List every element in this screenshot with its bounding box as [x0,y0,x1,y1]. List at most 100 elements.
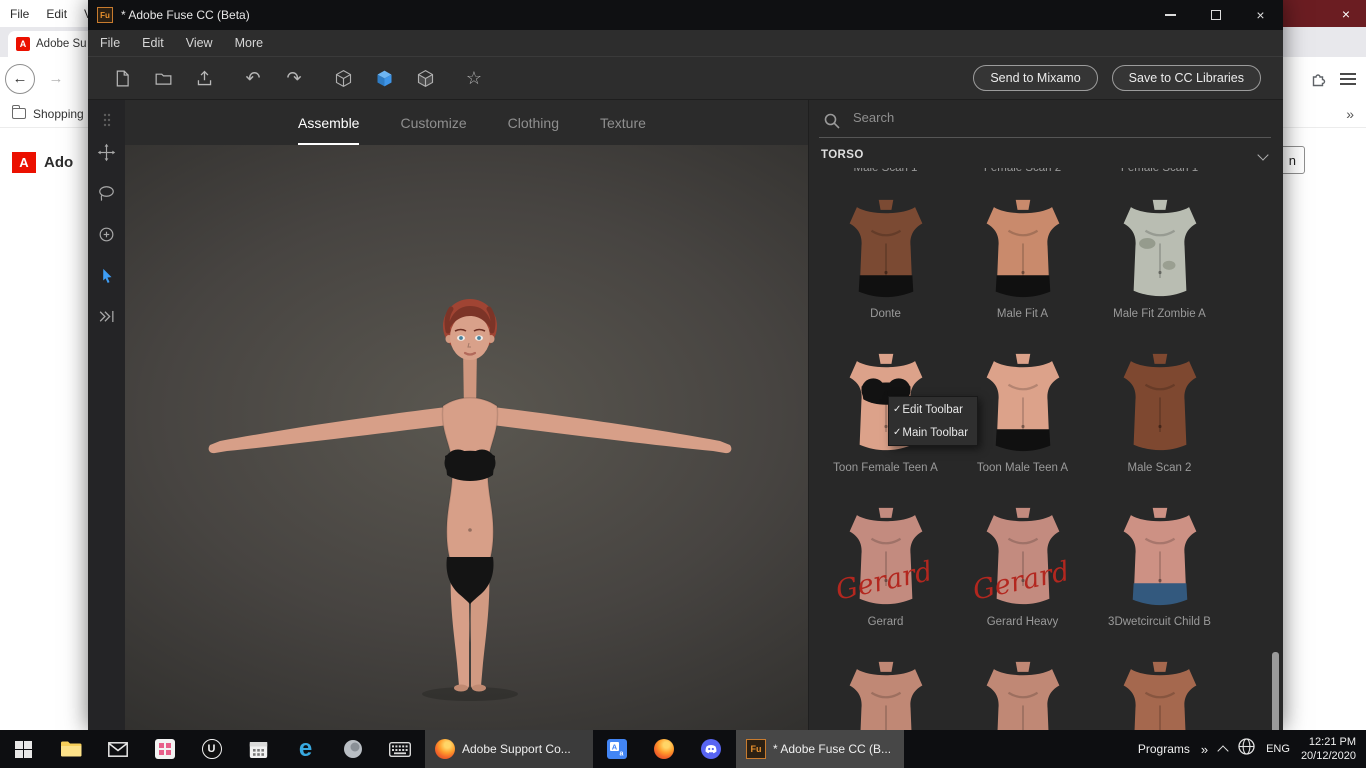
undo-icon: ↶ [245,67,261,88]
torso-item-gerard[interactable]: Gerard Gerard [817,498,954,652]
favorites-star-button[interactable]: ☆ [462,66,486,90]
panel-scrollbar[interactable] [1272,652,1279,730]
select-tool-active[interactable] [88,255,125,296]
torso-item-male-fit-a[interactable]: Male Fit A [954,190,1091,344]
context-menu-item-edit-toolbar[interactable]: ✓ Edit Toolbar [890,398,976,421]
taskbar-button-fuse[interactable]: Fu * Adobe Fuse CC (B... [736,730,904,768]
bookmarks-overflow[interactable]: » [1283,100,1366,128]
torso-item-label: Toon Male Teen A [976,462,1069,474]
search-input[interactable] [853,110,1133,125]
checkmark-icon: ✓ [893,404,902,415]
browser-tabbar-right [1283,27,1366,57]
taskbar-button-firefox-adobe-support[interactable]: Adobe Support Co... [425,730,593,768]
discord-icon[interactable] [687,730,734,768]
cube-shaded-icon[interactable] [413,66,437,90]
tab-customize[interactable]: Customize [400,100,466,145]
tab-assemble[interactable]: Assemble [298,100,359,145]
browser-close-button[interactable]: × [1326,6,1366,22]
browser-menu-edit[interactable]: Edit [46,7,67,21]
firefox-icon [435,739,455,759]
browser-menu-file[interactable]: File [10,7,29,21]
menu-view[interactable]: View [176,36,223,50]
move-tool[interactable] [88,132,125,173]
star-icon: ☆ [465,67,483,88]
clock[interactable]: 12:21 PM 20/12/2020 [1301,735,1356,764]
open-file-button[interactable] [151,66,175,90]
torso-item[interactable] [1091,652,1228,730]
network-globe-icon[interactable] [1238,738,1255,760]
close-icon: × [1256,7,1265,23]
undo-button[interactable]: ↶ [241,66,265,90]
translate-icon[interactable]: Aa [593,730,640,768]
browser-tab[interactable]: A Adobe Su [8,31,92,57]
redo-icon: ↷ [286,67,302,88]
browser-forward-button[interactable]: → [41,64,71,94]
save-to-cc-libraries-button[interactable]: Save to CC Libraries [1111,65,1261,91]
adobe-logo: A [12,152,36,173]
torso-item[interactable] [954,652,1091,730]
bookmark-shopping[interactable]: Shopping [33,107,84,121]
cube-wireframe-icon[interactable] [331,66,355,90]
context-menu-item-main-toolbar[interactable]: ✓ Main Toolbar [890,421,976,444]
toolbar-overflow-chevrons[interactable]: » [1201,742,1208,757]
torso-item-gerard-heavy[interactable]: Gerard Gerard Heavy [954,498,1091,652]
new-document-button[interactable] [110,66,134,90]
language-indicator[interactable]: ENG [1266,743,1290,755]
torso-item-donte[interactable]: Donte [817,190,954,344]
grid-app-icon[interactable] [141,730,188,768]
torso-item-label: Male Fit Zombie A [1113,308,1206,320]
section-header-torso[interactable]: TORSO [809,142,1283,168]
section-title: TORSO [821,149,864,161]
mail-icon[interactable] [94,730,141,768]
minimize-button[interactable] [1148,0,1193,30]
firefox-icon-pinned[interactable] [640,730,687,768]
orbit-tool[interactable] [88,214,125,255]
edge-icon[interactable]: e [282,730,329,768]
torso-item-male-fit-zombie-a[interactable]: Male Fit Zombie A [1091,190,1228,344]
browser-tab-title: Adobe Su [36,38,87,50]
character-model[interactable] [125,145,808,730]
hidden-icons-chevron[interactable] [1217,745,1229,757]
tab-texture[interactable]: Texture [600,100,646,145]
browser-titlebar: × [1283,0,1366,27]
calendar-icon[interactable] [235,730,282,768]
browser-page-content: A Ado [0,128,92,730]
adobe-favicon-icon: A [16,37,30,51]
pose-tool[interactable] [88,296,125,337]
send-to-mixamo-button[interactable]: Send to Mixamo [973,65,1098,91]
keyboard-icon[interactable] [376,730,423,768]
tool-strip [88,100,125,730]
export-button[interactable] [192,66,216,90]
redo-button[interactable]: ↷ [282,66,306,90]
bookmarks-bar: Shopping [0,100,92,128]
fuse-titlebar[interactable]: Fu * Adobe Fuse CC (Beta) × [88,0,1283,30]
unreal-engine-icon[interactable]: U [188,730,235,768]
tab-clothing[interactable]: Clothing [508,100,559,145]
cube-solid-active-icon[interactable] [372,66,396,90]
file-explorer-icon[interactable] [47,730,94,768]
torso-item-3dwetcircuit-child-b[interactable]: 3Dwetcircuit Child B [1091,498,1228,652]
extensions-puzzle-icon[interactable] [1310,70,1327,87]
programs-toolbar-label[interactable]: Programs [1138,742,1190,756]
torso-item-label: Male Scan 2 [1127,462,1192,474]
browser-menu-icon[interactable] [1340,72,1356,85]
chevrons-icon: » [1346,105,1354,122]
taskbar: U e Adobe Support Co... Aa Fu * Adobe Fu… [0,730,1366,768]
fuse-letters: Fu [750,744,762,754]
search-icon [824,113,840,134]
viewport-3d[interactable] [125,145,808,730]
menu-edit[interactable]: Edit [132,36,174,50]
lasso-tool[interactable] [88,173,125,214]
gray-app-icon[interactable] [329,730,376,768]
maximize-button[interactable] [1193,0,1238,30]
close-button[interactable]: × [1238,0,1283,30]
start-button[interactable] [0,730,47,768]
torso-item-male-scan-2[interactable]: Male Scan 2 [1091,344,1228,498]
minimize-icon [1165,14,1176,16]
torso-item[interactable] [817,652,954,730]
browser-back-button[interactable]: ← [5,63,35,94]
chevron-down-icon[interactable] [1257,149,1269,161]
sign-in-label: n [1288,152,1296,168]
menu-file[interactable]: File [90,36,130,50]
menu-more[interactable]: More [225,36,273,50]
